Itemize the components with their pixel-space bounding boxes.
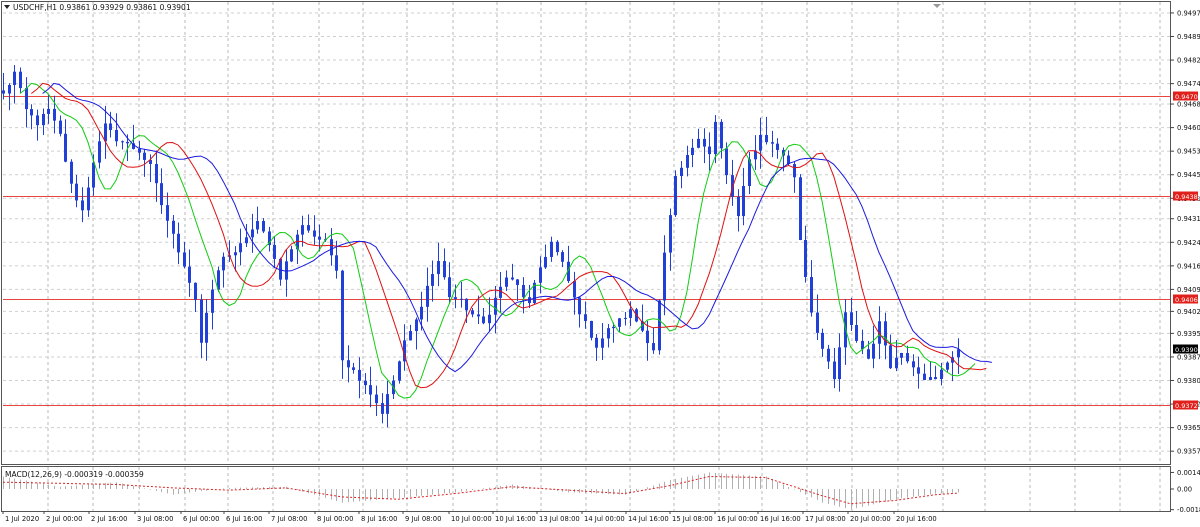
- price-tick-label: 0.94680: [1177, 101, 1200, 109]
- macd-tick-label: -0.00182: [1177, 506, 1200, 514]
- time-tick-label: 10 Jul 00:00: [451, 515, 492, 523]
- candle: [533, 279, 536, 305]
- symbol-header: USDCHF,H1 0.93861 0.93929 0.93861 0.9390…: [13, 3, 191, 12]
- current-price-label: 0.93901: [1175, 346, 1200, 354]
- time-tick-label: 6 Jul 00:00: [183, 515, 219, 523]
- macd-label: MACD(12,26,9) -0.000319 -0.000359: [5, 470, 144, 479]
- level-price-label: 0.94388: [1175, 193, 1200, 201]
- macd-tick-label: 0.00: [1177, 486, 1192, 494]
- price-tick-label: 0.93650: [1177, 424, 1200, 432]
- time-tick-label: 1 Jul 2020: [5, 515, 39, 523]
- price-tick-label: 0.94605: [1177, 124, 1200, 132]
- price-tick-label: 0.93800: [1177, 377, 1200, 385]
- candle: [799, 174, 802, 241]
- time-tick-label: 16 Jul 16:00: [760, 515, 801, 523]
- price-tick-label: 0.94895: [1177, 33, 1200, 41]
- price-tick-label: 0.93875: [1177, 353, 1200, 361]
- time-tick-label: 20 Jul 16:00: [896, 515, 937, 523]
- price-chart[interactable]: 0.94970 0.94895 0.94820 0.94745 0.94680 0.946…: [0, 0, 1200, 527]
- time-tick-label: 14 Jul 16:00: [628, 515, 669, 523]
- price-tick-label: 0.94240: [1177, 239, 1200, 247]
- price-tick-label: 0.94530: [1177, 148, 1200, 156]
- price-tick-label: 0.94970: [1177, 9, 1200, 17]
- macd-axis: 0.001458 0.00 -0.00182: [1170, 469, 1200, 514]
- candle: [674, 170, 677, 217]
- price-tick-label: 0.94455: [1177, 171, 1200, 179]
- price-tick-label: 0.93950: [1177, 330, 1200, 338]
- time-tick-label: 3 Jul 08:00: [137, 515, 173, 523]
- price-axis[interactable]: 0.94970 0.94895 0.94820 0.94745 0.94680 0.946…: [1170, 9, 1200, 456]
- time-tick-label: 7 Jul 08:00: [271, 515, 307, 523]
- time-tick-label: 2 Jul 00:00: [46, 515, 82, 523]
- level-price-label: 0.94060: [1175, 296, 1200, 304]
- price-tick-label: 0.94090: [1177, 286, 1200, 294]
- time-tick-label: 8 Jul 00:00: [317, 515, 353, 523]
- time-tick-label: 15 Jul 08:00: [672, 515, 713, 523]
- time-axis[interactable]: 1 Jul 2020 2 Jul 00:00 2 Jul 16:00 3 Jul 08…: [2, 511, 937, 523]
- time-tick-label: 10 Jul 16:00: [495, 515, 536, 523]
- price-tick-label: 0.94020: [1177, 308, 1200, 316]
- level-price-label: 0.93722: [1175, 402, 1200, 410]
- price-tick-label: 0.94315: [1177, 215, 1200, 223]
- time-tick-label: 13 Jul 08:00: [539, 515, 580, 523]
- macd-tick-label: 0.001458: [1177, 469, 1200, 477]
- time-tick-label: 8 Jul 16:00: [361, 515, 397, 523]
- time-tick-label: 9 Jul 08:00: [405, 515, 441, 523]
- price-tick-label: 0.94165: [1177, 262, 1200, 270]
- price-tick-label: 0.93575: [1177, 448, 1200, 456]
- candle: [398, 360, 401, 384]
- time-tick-label: 14 Jul 00:00: [584, 515, 625, 523]
- time-tick-label: 17 Jul 08:00: [805, 515, 846, 523]
- level-price-label: 0.94706: [1175, 93, 1200, 101]
- time-tick-label: 2 Jul 16:00: [91, 515, 127, 523]
- candle: [590, 320, 593, 341]
- time-tick-label: 6 Jul 16:00: [226, 515, 262, 523]
- time-tick-label: 20 Jul 00:00: [850, 515, 891, 523]
- price-tick-label: 0.94820: [1177, 57, 1200, 65]
- price-tick-label: 0.94745: [1177, 80, 1200, 88]
- time-tick-label: 16 Jul 00:00: [717, 515, 758, 523]
